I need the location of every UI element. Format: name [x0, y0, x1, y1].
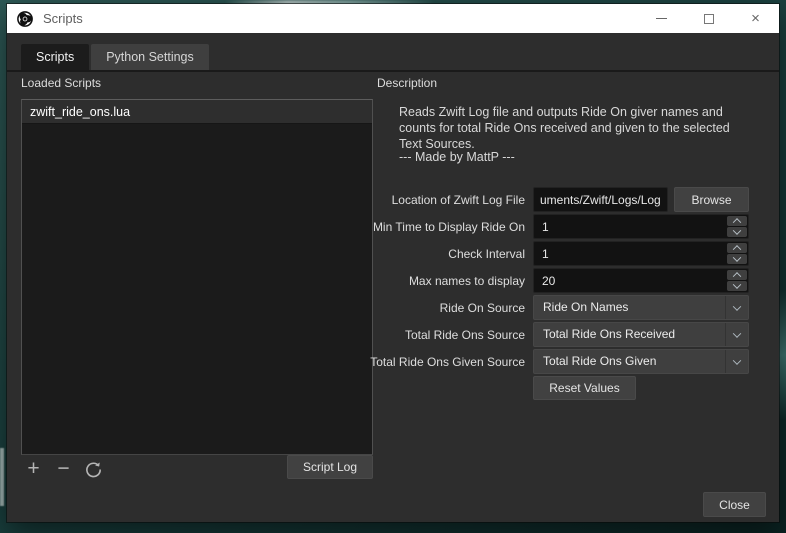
total-given-source-label: Total Ride Ons Given Source: [367, 355, 533, 369]
description-label: Description: [377, 76, 437, 90]
chevron-down-icon: [733, 302, 741, 310]
tab-bar: Scripts Python Settings: [21, 44, 209, 70]
tab-divider: [7, 70, 779, 72]
spin-up-button[interactable]: [727, 216, 747, 226]
window-title: Scripts: [43, 11, 83, 26]
spin-up-button[interactable]: [727, 270, 747, 280]
description-credit: --- Made by MattP ---: [399, 150, 515, 164]
browse-button[interactable]: Browse: [674, 187, 749, 212]
wallpaper-highlight-right: [779, 290, 786, 420]
spin-down-button[interactable]: [727, 227, 747, 237]
loaded-scripts-list[interactable]: zwift_ride_ons.lua: [21, 99, 373, 455]
max-names-label: Max names to display: [367, 274, 533, 288]
rideon-source-dropdown[interactable]: Ride On Names: [533, 295, 749, 320]
maximize-icon: [704, 14, 714, 24]
form-row-reset: Reset Values: [367, 376, 749, 401]
min-time-label: Min Time to Display Ride On: [367, 220, 533, 234]
tab-python-settings[interactable]: Python Settings: [91, 44, 209, 70]
chevron-down-icon: [733, 329, 741, 337]
reset-values-button[interactable]: Reset Values: [533, 376, 636, 400]
chevron-up-icon: [733, 218, 741, 226]
remove-script-button[interactable]: −: [53, 457, 74, 481]
dropdown-selected-value: Total Ride Ons Received: [534, 323, 748, 346]
chevron-up-icon: [733, 245, 741, 253]
chevron-up-icon: [733, 272, 741, 280]
dropdown-selected-value: Total Ride Ons Given: [534, 350, 748, 373]
form-row-rideon-source: Ride On Source Ride On Names: [367, 295, 749, 320]
spin-down-button[interactable]: [727, 281, 747, 291]
total-given-source-dropdown[interactable]: Total Ride Ons Given: [533, 349, 749, 374]
loaded-scripts-label: Loaded Scripts: [21, 76, 101, 90]
chevron-down-icon: [733, 280, 741, 288]
minimize-button[interactable]: [638, 4, 685, 33]
titlebar[interactable]: Scripts ×: [7, 4, 779, 33]
refresh-icon: [84, 460, 103, 479]
form-row-min-time: Min Time to Display Ride On: [367, 214, 749, 239]
close-button[interactable]: Close: [703, 492, 766, 517]
scripts-dialog-window: Scripts × Scripts Python Settings Loaded…: [7, 4, 779, 522]
chevron-down-icon: [733, 356, 741, 364]
plus-icon: +: [27, 457, 39, 481]
reload-scripts-button[interactable]: [83, 457, 104, 481]
log-file-path-input[interactable]: [533, 187, 668, 212]
max-names-spinbox: [533, 268, 749, 293]
min-time-input[interactable]: [534, 215, 714, 238]
description-text: Reads Zwift Log file and outputs Ride On…: [399, 104, 749, 152]
min-time-spinbox: [533, 214, 749, 239]
tab-scripts[interactable]: Scripts: [21, 44, 89, 70]
script-log-button[interactable]: Script Log: [287, 455, 373, 479]
dropdown-selected-value: Ride On Names: [534, 296, 748, 319]
form-row-check-interval: Check Interval: [367, 241, 749, 266]
script-list-toolbar: + −: [23, 457, 104, 481]
form-row-total-received-source: Total Ride Ons Source Total Ride Ons Rec…: [367, 322, 749, 347]
minimize-icon: [656, 18, 667, 19]
total-received-source-dropdown[interactable]: Total Ride Ons Received: [533, 322, 749, 347]
check-interval-spinbox: [533, 241, 749, 266]
check-interval-label: Check Interval: [367, 247, 533, 261]
maximize-button[interactable]: [685, 4, 732, 33]
close-icon: ×: [751, 11, 760, 26]
rideon-source-label: Ride On Source: [367, 301, 533, 315]
check-interval-input[interactable]: [534, 242, 714, 265]
dropdown-arrow-button[interactable]: [725, 296, 748, 319]
dialog-body: Scripts Python Settings Loaded Scripts D…: [7, 33, 779, 522]
total-received-source-label: Total Ride Ons Source: [367, 328, 533, 342]
dropdown-arrow-button[interactable]: [725, 350, 748, 373]
script-settings-form: Location of Zwift Log File Browse Min Ti…: [367, 187, 749, 403]
obs-logo-icon: [16, 10, 34, 28]
dropdown-arrow-button[interactable]: [725, 323, 748, 346]
spin-down-button[interactable]: [727, 254, 747, 264]
add-script-button[interactable]: +: [23, 457, 44, 481]
form-row-total-given-source: Total Ride Ons Given Source Total Ride O…: [367, 349, 749, 374]
log-file-label: Location of Zwift Log File: [367, 193, 533, 207]
form-row-log-file: Location of Zwift Log File Browse: [367, 187, 749, 212]
list-item-selected[interactable]: zwift_ride_ons.lua: [22, 100, 372, 124]
chevron-down-icon: [733, 226, 741, 234]
form-row-max-names: Max names to display: [367, 268, 749, 293]
max-names-input[interactable]: [534, 269, 714, 292]
spin-up-button[interactable]: [727, 243, 747, 253]
chevron-down-icon: [733, 253, 741, 261]
close-window-button[interactable]: ×: [732, 4, 779, 33]
minus-icon: −: [57, 457, 69, 481]
wallpaper-highlight-left: [0, 448, 4, 506]
